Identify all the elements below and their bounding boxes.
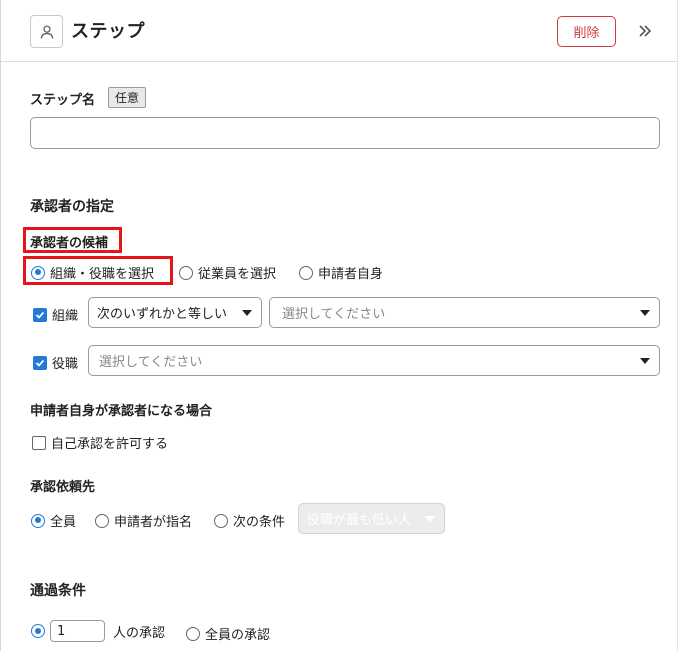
step-name-label: ステップ名: [30, 93, 96, 108]
request-target-option-applicant[interactable]: 申請者が指名: [95, 511, 192, 530]
org-label: 組織: [52, 309, 79, 324]
candidates-label: 承認者の候補: [30, 236, 109, 251]
candidate-option-employee[interactable]: 従業員を選択: [179, 263, 276, 282]
radio-button[interactable]: [299, 265, 313, 280]
caret-down-icon: [425, 516, 435, 522]
candidate-option-self[interactable]: 申請者自身: [299, 263, 383, 282]
caret-down-icon: [640, 358, 650, 364]
step-panel: ステップ 削除 ステップ名 任意 承認者の指定 承認者の候補 組織・役職を選択 …: [0, 0, 678, 651]
position-checkbox-row[interactable]: 役職: [33, 353, 78, 372]
radio-label: 申請者が指名: [114, 515, 193, 530]
request-target-option-condition[interactable]: 次の条件: [214, 511, 285, 530]
self-approval-label: 自己承認を許可する: [51, 437, 169, 452]
caret-down-icon: [640, 310, 650, 316]
count-suffix: 人の承認: [113, 625, 166, 641]
self-approval-title: 申請者自身が承認者になる場合: [30, 404, 213, 419]
all-approval-label: 全員の承認: [205, 628, 271, 643]
page-title: ステップ: [71, 21, 145, 42]
pass-condition-all-row[interactable]: 全員の承認: [186, 624, 270, 643]
radio-button[interactable]: [179, 265, 193, 280]
radio-label: 従業員を選択: [198, 267, 277, 282]
caret-down-icon: [242, 310, 252, 316]
org-operator-value: 次のいずれかと等しい: [97, 307, 228, 322]
approval-count-input[interactable]: 1: [50, 620, 105, 642]
pass-condition-count-row[interactable]: 1 人の承認: [31, 620, 165, 642]
radio-button[interactable]: [31, 513, 45, 528]
org-select[interactable]: 選択してください: [269, 297, 660, 328]
radio-label: 申請者自身: [318, 267, 384, 282]
user-icon: [30, 15, 63, 48]
radio-label: 次の条件: [233, 515, 286, 530]
radio-button[interactable]: [31, 624, 45, 638]
double-chevron-right-icon[interactable]: [634, 20, 656, 42]
radio-label: 組織・役職を選択: [50, 267, 155, 282]
radio-button[interactable]: [214, 513, 228, 528]
optional-badge: 任意: [108, 87, 147, 108]
approver-section-title: 承認者の指定: [30, 199, 114, 215]
radio-label: 全員: [50, 515, 77, 530]
pass-condition-title: 通過条件: [30, 583, 86, 599]
condition-select: 役職が最も低い人: [298, 503, 445, 534]
radio-button[interactable]: [186, 626, 200, 641]
org-operator-select[interactable]: 次のいずれかと等しい: [88, 297, 262, 328]
step-name-input[interactable]: [30, 117, 660, 149]
radio-button[interactable]: [31, 265, 45, 280]
radio-button[interactable]: [95, 513, 109, 528]
position-select-placeholder: 選択してください: [99, 355, 203, 370]
org-checkbox-row[interactable]: 組織: [33, 305, 78, 324]
candidate-option-org-position[interactable]: 組織・役職を選択: [31, 263, 154, 282]
check-icon[interactable]: [33, 355, 47, 370]
checkbox[interactable]: [32, 435, 46, 450]
self-approval-checkbox-row[interactable]: 自己承認を許可する: [32, 433, 168, 452]
delete-button[interactable]: 削除: [557, 16, 616, 47]
panel-header: ステップ 削除: [1, 0, 677, 62]
position-label: 役職: [52, 357, 79, 372]
position-select[interactable]: 選択してください: [88, 345, 660, 376]
request-target-title: 承認依頼先: [30, 480, 96, 495]
request-target-option-all[interactable]: 全員: [31, 511, 76, 530]
check-icon[interactable]: [33, 307, 47, 322]
condition-select-value: 役職が最も低い人: [307, 513, 412, 528]
org-select-placeholder: 選択してください: [282, 307, 386, 322]
